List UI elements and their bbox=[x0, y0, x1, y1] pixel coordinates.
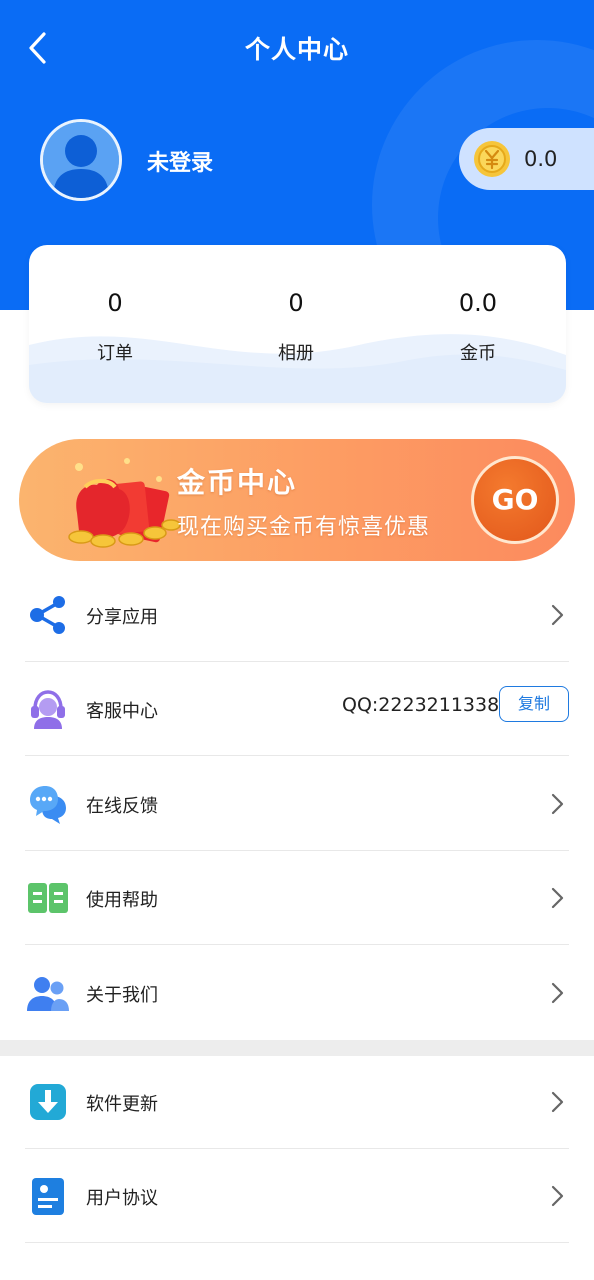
menu-item-help-label: 使用帮助 bbox=[86, 890, 158, 911]
chevron-right-icon bbox=[548, 979, 566, 1007]
coin-balance-value: 0.0 bbox=[524, 147, 558, 171]
chevron-right-icon bbox=[548, 1088, 566, 1116]
menu-item-update[interactable]: 软件更新 bbox=[0, 1055, 594, 1149]
page-title: 个人中心 bbox=[244, 35, 349, 64]
stats-card: 0 订单 0 相册 0.0 金币 bbox=[29, 245, 566, 403]
banner-subtitle: 现在购买金币有惊喜优惠 bbox=[177, 515, 431, 540]
stat-albums-label: 相册 bbox=[278, 343, 314, 364]
chat-bubbles-icon bbox=[26, 782, 70, 826]
copy-button[interactable]: 复制 bbox=[499, 686, 569, 722]
red-envelope-coins-icon bbox=[68, 458, 181, 548]
divider bbox=[25, 755, 569, 756]
divider bbox=[25, 1242, 569, 1243]
menu-item-feedback-label: 在线反馈 bbox=[86, 796, 158, 817]
people-icon bbox=[26, 971, 70, 1015]
banner-title: 金币中心 bbox=[177, 466, 298, 499]
qq-number-text: QQ:2223211338 bbox=[342, 694, 500, 716]
menu-item-agreement[interactable]: 用户协议 bbox=[0, 1149, 594, 1243]
menu-item-update-label: 软件更新 bbox=[86, 1094, 158, 1115]
chevron-right-icon bbox=[548, 790, 566, 818]
menu-item-agreement-label: 用户协议 bbox=[86, 1188, 158, 1209]
shield-icon bbox=[26, 1269, 70, 1280]
book-icon bbox=[26, 876, 70, 920]
chevron-right-icon bbox=[548, 601, 566, 629]
stat-orders-value: 0 bbox=[107, 289, 123, 317]
menu-item-feedback[interactable]: 在线反馈 bbox=[0, 757, 594, 851]
go-button[interactable]: GO bbox=[471, 456, 559, 544]
username-label[interactable]: 未登录 bbox=[147, 145, 213, 177]
section-gap bbox=[0, 1040, 594, 1056]
gold-coin-icon bbox=[474, 141, 510, 177]
coin-balance-pill[interactable]: 0.0 bbox=[459, 128, 594, 190]
menu-item-about[interactable]: 关于我们 bbox=[0, 946, 594, 1040]
download-icon bbox=[26, 1080, 70, 1124]
stat-orders-label: 订单 bbox=[97, 343, 133, 364]
stat-coins-value: 0.0 bbox=[458, 289, 498, 317]
user-avatar-icon bbox=[43, 122, 119, 198]
chevron-right-icon bbox=[548, 1182, 566, 1210]
menu-item-share[interactable]: 分享应用 bbox=[0, 568, 594, 662]
menu-item-customer-service[interactable]: 客服中心 QQ:2223211338 复制 bbox=[0, 662, 594, 756]
share-icon bbox=[26, 593, 70, 637]
menu-item-share-label: 分享应用 bbox=[86, 607, 158, 628]
divider bbox=[25, 944, 569, 945]
stat-coins-label: 金币 bbox=[460, 343, 496, 364]
menu-item-help[interactable]: 使用帮助 bbox=[0, 851, 594, 945]
chevron-right-icon bbox=[548, 884, 566, 912]
customer-service-icon bbox=[26, 687, 70, 731]
profile-page: 个人中心 未登录 0.0 0 订单 0 相册 0.0 金币 金币中心 现在购买金… bbox=[0, 0, 594, 1280]
avatar[interactable] bbox=[40, 119, 122, 201]
menu-item-about-label: 关于我们 bbox=[86, 985, 158, 1006]
menu-item-partial[interactable] bbox=[0, 1244, 594, 1280]
menu-item-customer-service-label: 客服中心 bbox=[86, 701, 158, 722]
document-icon bbox=[26, 1174, 70, 1218]
coin-center-banner[interactable]: 金币中心 现在购买金币有惊喜优惠 GO bbox=[19, 439, 575, 561]
stat-albums-value: 0 bbox=[288, 289, 304, 317]
